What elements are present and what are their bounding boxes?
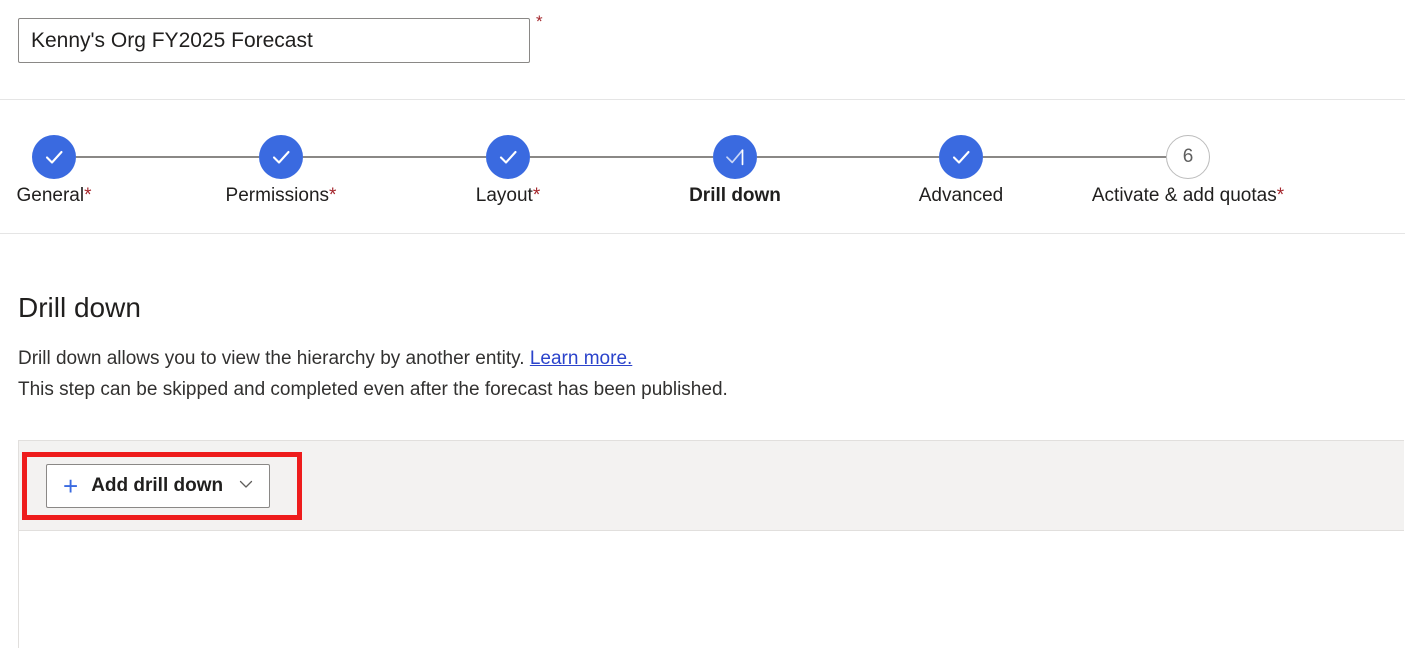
forecast-name-required-asterisk: * [536,12,543,31]
stepper-label-general: General* [16,185,91,207]
stepper-label-drill-down-text: Drill down [689,185,781,206]
check-icon [939,135,983,179]
check-icon [486,135,530,179]
wizard-stepper: General* Permissions* Layout* Drill down… [0,100,1405,234]
stepper-required-general: * [84,185,92,206]
stepper-label-layout: Layout* [476,185,540,207]
stepper-required-layout: * [532,185,541,206]
stepper-label-activate-add-quotas: Activate & add quotas* [1092,185,1284,207]
stepper-step-number: 6 [1182,146,1194,167]
stepper-required-permissions: * [329,185,337,206]
stepper-label-layout-text: Layout [475,185,533,206]
stepper-label-permissions-text: Permissions [225,185,330,206]
stepper-connector-2-3 [303,156,486,158]
check-icon [713,135,757,179]
plus-icon: + [63,471,79,501]
learn-more-link[interactable]: Learn more. [530,348,632,369]
forecast-name-field-wrapper [18,18,530,63]
forecast-name-input[interactable] [18,18,530,63]
drill-down-description-line-1: Drill down allows you to view the hierar… [18,348,632,370]
forecast-title-bar: * [0,0,1405,100]
stepper-connector-4-5 [757,156,939,158]
description-text: Drill down allows you to view the hierar… [18,348,530,369]
drill-down-toolbar: + Add drill down [19,440,1404,531]
chevron-down-icon[interactable] [237,475,255,498]
stepper-label-drill-down: Drill down [689,185,781,207]
check-icon [32,135,76,179]
drill-down-description-line-2: This step can be skipped and completed e… [18,379,728,400]
stepper-label-activate-add-quotas-text: Activate & add quotas [1091,185,1277,206]
number-badge: 6 [1166,135,1210,179]
stepper-connector-1-2 [76,156,259,158]
stepper-connector-3-4 [530,156,713,158]
add-drill-down-button-label: Add drill down [91,475,224,496]
check-icon [259,135,303,179]
add-drill-down-button[interactable]: + Add drill down [46,464,271,508]
drill-down-panel: + Add drill down [18,440,1404,648]
page-title: Drill down [18,292,141,323]
stepper-label-advanced-text: Advanced [918,185,1004,206]
stepper-label-advanced: Advanced [919,185,1004,207]
stepper-required-activate-add-quotas: * [1276,185,1285,206]
stepper-connector-5-6 [983,156,1166,158]
stepper-label-permissions: Permissions* [226,185,337,207]
stepper-label-general-text: General [16,185,85,206]
